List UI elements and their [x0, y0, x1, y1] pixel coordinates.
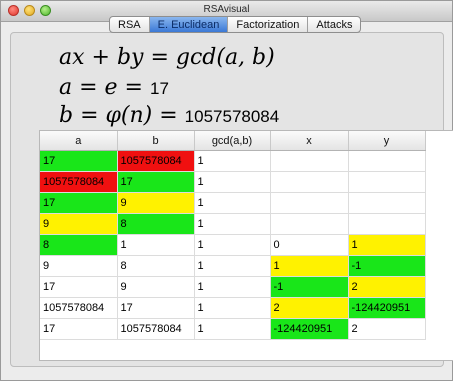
table-row[interactable]: 81101 [40, 234, 426, 256]
table-row[interactable]: 981 [40, 213, 426, 235]
a-value: 17 [149, 79, 169, 98]
table-row[interactable]: 1057578084 17 1 [40, 171, 426, 193]
table-cell-a[interactable]: 1057578084 [40, 171, 118, 193]
table-cell-a[interactable]: 17 [40, 318, 118, 340]
tab-extended-euclidean[interactable]: E. Euclidean [149, 17, 229, 32]
table-cell-b[interactable]: 1 [117, 234, 195, 256]
table-row[interactable]: 17 1057578084 1 -124420951 2 [40, 318, 426, 340]
euclidean-steps-table-container[interactable]: a b gcd(a,b) x y 17 1057578084 1 1057578084… [39, 130, 453, 361]
table-cell-x[interactable]: 0 [270, 234, 349, 256]
table-cell-y[interactable] [348, 213, 426, 235]
table-cell-y[interactable]: 2 [348, 276, 426, 298]
table-row[interactable]: 17 9 1 [40, 192, 426, 214]
table-cell-y[interactable]: -1 [348, 255, 426, 277]
table-header-row: a b gcd(a,b) x y [40, 131, 426, 151]
table-cell-x[interactable]: 2 [270, 297, 349, 319]
tab-attacks[interactable]: Attacks [308, 17, 360, 32]
table-cell-y[interactable]: 1 [348, 234, 426, 256]
b-equals-phi-formula: b = φ(n) = 1057578084 [59, 103, 279, 128]
table-cell-gcd[interactable]: 1 [194, 234, 271, 256]
tab-factorization[interactable]: Factorization [228, 17, 309, 32]
tab-bar: RSA E. Euclidean Factorization Attacks [109, 16, 362, 33]
table-cell-y[interactable]: -124420951 [348, 297, 426, 319]
table-row[interactable]: 1057578084 17 1 2 -124420951 [40, 297, 426, 319]
table-cell-a[interactable]: 17 [40, 150, 118, 172]
euclidean-steps-table: a b gcd(a,b) x y 17 1057578084 1 1057578084… [40, 131, 426, 340]
table-cell-b[interactable]: 9 [117, 276, 195, 298]
table-cell-b[interactable]: 17 [117, 297, 195, 319]
table-cell-gcd[interactable]: 1 [194, 192, 271, 214]
column-header-x[interactable]: x [270, 131, 349, 151]
b-value: 1057578084 [184, 107, 280, 126]
table-cell-a[interactable]: 9 [40, 213, 118, 235]
a-equals-e-formula: a = e = 17 [59, 75, 169, 100]
table-cell-x[interactable] [270, 192, 349, 214]
table-cell-x[interactable] [270, 171, 349, 193]
table-cell-a[interactable]: 1057578084 [40, 297, 118, 319]
table-cell-a[interactable]: 17 [40, 276, 118, 298]
table-cell-x[interactable]: 1 [270, 255, 349, 277]
table-cell-b[interactable]: 8 [117, 255, 195, 277]
tab-rsa[interactable]: RSA [110, 17, 150, 32]
column-header-y[interactable]: y [348, 131, 426, 151]
table-cell-gcd[interactable]: 1 [194, 255, 271, 277]
table-cell-y[interactable] [348, 150, 426, 172]
table-cell-x[interactable]: -124420951 [270, 318, 349, 340]
table-cell-b[interactable]: 1057578084 [117, 318, 195, 340]
b-formula-prefix: b = φ(n) = [59, 103, 185, 128]
table-cell-b[interactable]: 9 [117, 192, 195, 214]
column-header-gcd[interactable]: gcd(a,b) [194, 131, 271, 151]
table-cell-b[interactable]: 8 [117, 213, 195, 235]
table-cell-x[interactable]: -1 [270, 276, 349, 298]
column-header-a[interactable]: a [40, 131, 118, 151]
table-cell-a[interactable]: 9 [40, 255, 118, 277]
table-cell-gcd[interactable]: 1 [194, 150, 271, 172]
table-cell-gcd[interactable]: 1 [194, 171, 271, 193]
table-cell-y[interactable]: 2 [348, 318, 426, 340]
table-cell-x[interactable] [270, 150, 349, 172]
table-row[interactable]: 17 9 1 -1 2 [40, 276, 426, 298]
table-cell-gcd[interactable]: 1 [194, 276, 271, 298]
table-cell-x[interactable] [270, 213, 349, 235]
table-cell-gcd[interactable]: 1 [194, 318, 271, 340]
bezout-identity-formula: ax + by = gcd(a, b) [59, 45, 275, 70]
table-cell-b[interactable]: 17 [117, 171, 195, 193]
a-formula-prefix: a = e = [59, 75, 150, 100]
table-cell-a[interactable]: 8 [40, 234, 118, 256]
table-cell-a[interactable]: 17 [40, 192, 118, 214]
column-header-b[interactable]: b [117, 131, 195, 151]
table-cell-y[interactable] [348, 171, 426, 193]
table-cell-y[interactable] [348, 192, 426, 214]
window-title: RSAvisual [203, 4, 250, 15]
table-cell-b[interactable]: 1057578084 [117, 150, 195, 172]
table-cell-gcd[interactable]: 1 [194, 297, 271, 319]
table-row[interactable]: 9 8 1 1 -1 [40, 255, 426, 277]
table-row[interactable]: 17 1057578084 1 [40, 150, 426, 172]
table-cell-gcd[interactable]: 1 [194, 213, 271, 235]
app-window: RSAvisual RSA E. Euclidean Factorization… [0, 0, 453, 381]
